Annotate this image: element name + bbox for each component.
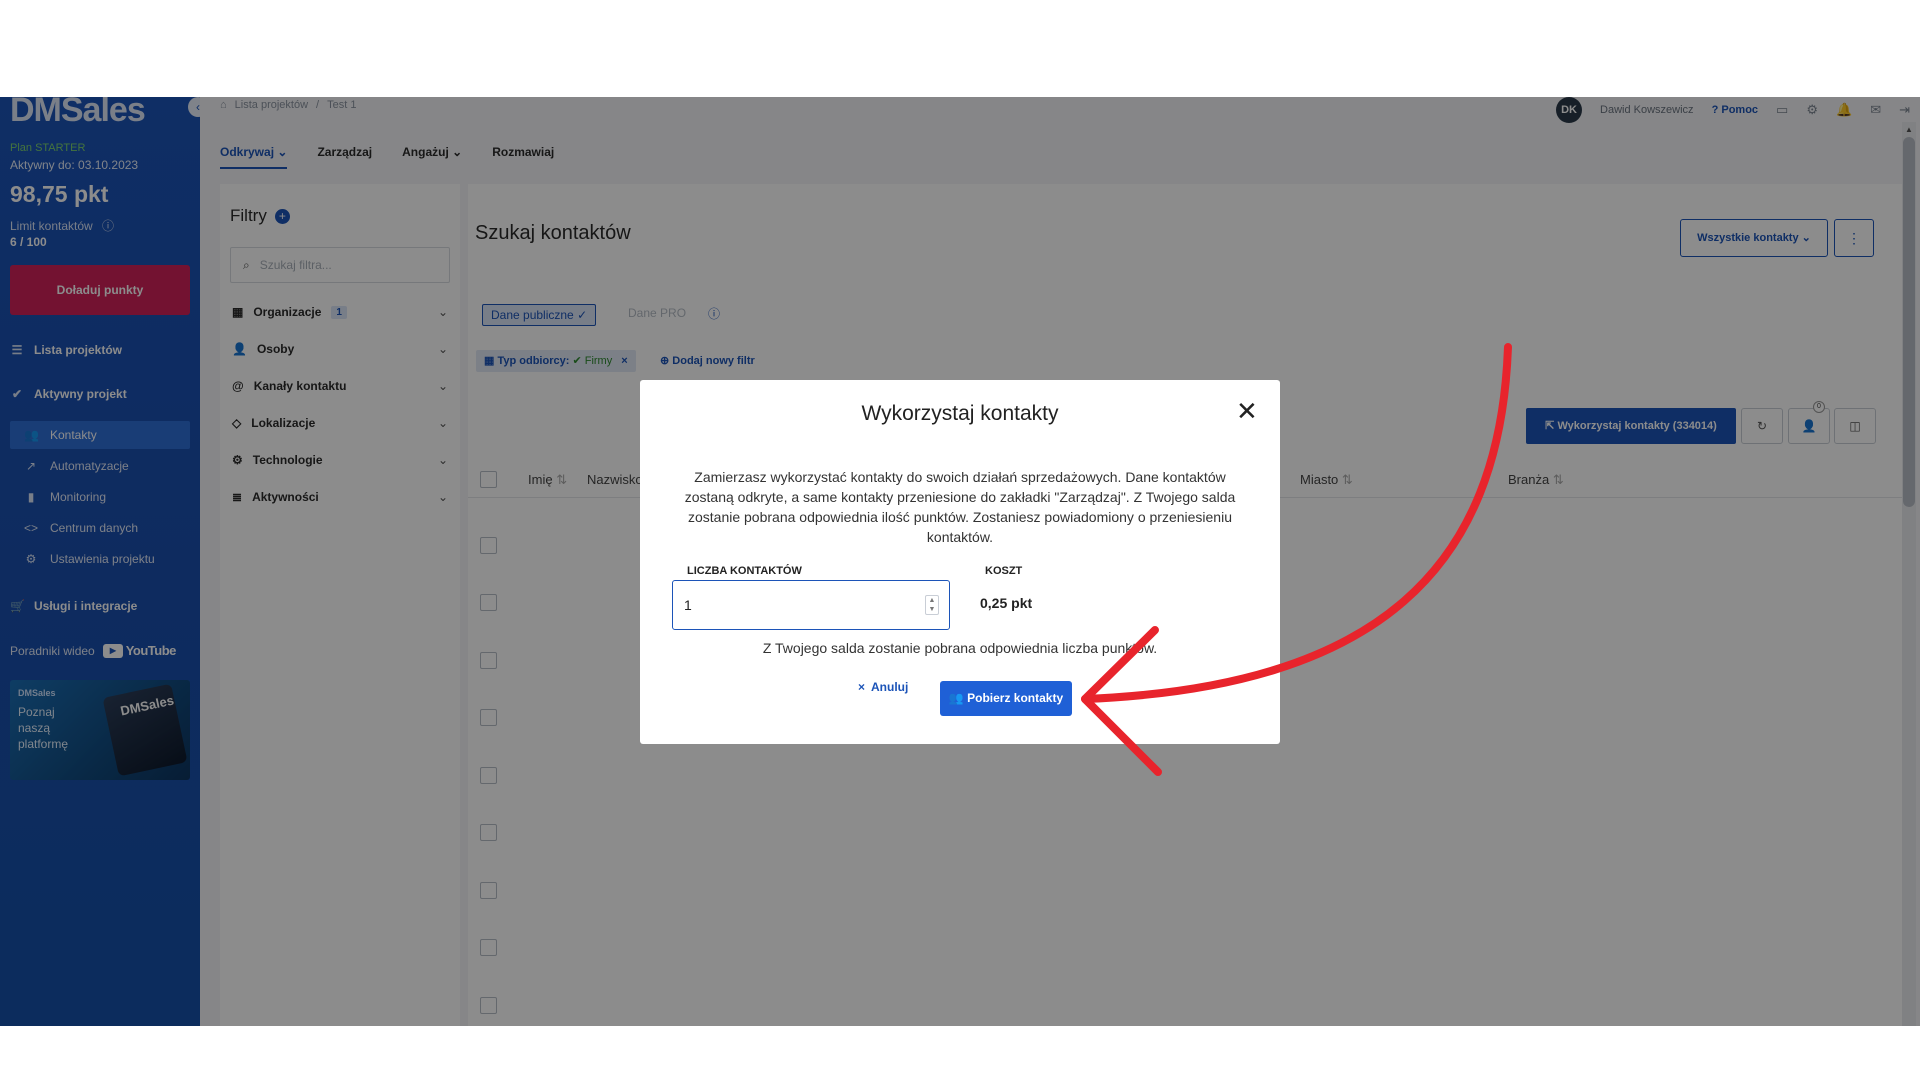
cancel-label: Anuluj — [871, 680, 909, 694]
stepper-arrows-icon[interactable]: ▲ ▼ — [925, 595, 939, 615]
close-icon[interactable]: ✕ — [1236, 398, 1258, 424]
quantity-label: LICZBA KONTAKTÓW — [687, 565, 802, 577]
get-contacts-label: Pobierz kontakty — [967, 691, 1064, 705]
modal-description: Zamierzasz wykorzystać kontakty do swoic… — [684, 469, 1236, 545]
modal-note: Z Twojego salda zostanie pobrana odpowie… — [762, 640, 1158, 656]
close-icon: × — [858, 680, 866, 694]
get-contacts-button[interactable]: 👥 Pobierz kontakty — [940, 681, 1072, 716]
quantity-stepper[interactable]: 1 ▲ ▼ — [672, 580, 950, 630]
use-contacts-modal: Wykorzystaj kontakty ✕ Zamierzasz wykorz… — [640, 380, 1280, 744]
users-icon: 👥 — [948, 691, 964, 705]
quantity-value: 1 — [684, 597, 692, 613]
cancel-button[interactable]: × Anuluj — [858, 680, 908, 694]
cost-value: 0,25 pkt — [980, 595, 1033, 611]
cost-label: KOSZT — [985, 565, 1023, 577]
modal-title: Wykorzystaj kontakty — [861, 402, 1059, 425]
app-window: DMSales ‹ Plan STARTER Aktywny do: 03.10… — [0, 97, 1920, 1026]
